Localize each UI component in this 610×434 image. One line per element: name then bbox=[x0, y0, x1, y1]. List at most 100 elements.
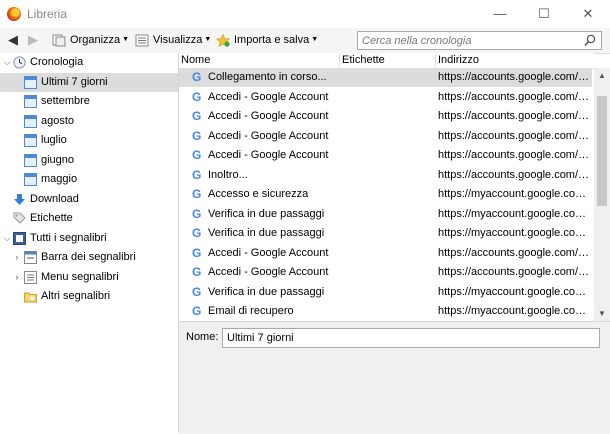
table-row[interactable]: G Accedi - Google Account https://accoun… bbox=[179, 244, 592, 263]
import-save-menu-button[interactable]: Importa e salva ▼ bbox=[215, 31, 319, 49]
row-url: https://myaccount.google.com... bbox=[438, 227, 592, 239]
sidebar-item-label: Etichette bbox=[30, 212, 73, 224]
sidebar-item-last-7-days[interactable]: Ultimi 7 giorni bbox=[24, 73, 108, 92]
sidebar-item-august[interactable]: agosto bbox=[24, 112, 74, 131]
sidebar-item-other-bookmarks[interactable]: Altri segnalibri bbox=[24, 287, 110, 306]
sidebar-item-label: Menu segnalibri bbox=[41, 271, 119, 283]
row-name: Accesso e sicurezza bbox=[208, 188, 309, 200]
column-divider[interactable] bbox=[435, 54, 436, 67]
row-name: Accedi - Google Account bbox=[208, 110, 329, 122]
sidebar-item-label: Tutti i segnalibri bbox=[30, 232, 107, 244]
chevron-down-icon: ▼ bbox=[204, 36, 212, 43]
organize-menu-button[interactable]: Organizza ▼ bbox=[52, 31, 129, 49]
sidebar-item-label: giugno bbox=[41, 154, 75, 166]
chevron-right-icon[interactable]: › bbox=[12, 272, 22, 282]
calendar-icon bbox=[24, 154, 37, 167]
row-name: Accedi - Google Account bbox=[208, 129, 329, 142]
search-icon[interactable] bbox=[584, 34, 596, 50]
sidebar-item-label: Cronologia bbox=[30, 56, 84, 68]
organize-label: Organizza bbox=[70, 34, 121, 46]
column-divider[interactable] bbox=[339, 54, 340, 67]
table-row[interactable]: G Accesso e sicurezza https://myaccount.… bbox=[179, 185, 592, 204]
column-header-name[interactable]: Nome bbox=[181, 54, 210, 66]
tag-icon bbox=[13, 212, 26, 225]
close-button[interactable]: ✕ bbox=[566, 2, 610, 26]
google-favicon-icon: G bbox=[192, 187, 202, 201]
row-url: https://accounts.google.com/s... bbox=[438, 149, 592, 161]
table-row[interactable]: G Accedi - Google Account https://accoun… bbox=[179, 146, 592, 165]
row-url: https://myaccount.google.com... bbox=[438, 188, 592, 200]
folder-star-icon bbox=[24, 290, 37, 303]
library-sidebar: ⌵ Cronologia Ultimi 7 giorni settembre a… bbox=[0, 53, 179, 433]
row-name: Collegamento in corso... bbox=[208, 71, 327, 83]
organize-icon bbox=[52, 34, 66, 47]
view-menu-button[interactable]: Visualizza ▼ bbox=[135, 31, 211, 49]
google-favicon-icon: G bbox=[192, 148, 202, 162]
row-url: https://accounts.google.com/s... bbox=[438, 129, 592, 142]
view-list-icon bbox=[135, 34, 149, 47]
row-url: https://myaccount.google.com... bbox=[438, 285, 592, 298]
sidebar-item-tags[interactable]: Etichette bbox=[13, 209, 73, 228]
sidebar-item-label: settembre bbox=[41, 95, 90, 107]
table-row[interactable]: G Accedi - Google Account https://accoun… bbox=[179, 263, 592, 282]
chevron-down-icon: ▼ bbox=[122, 36, 130, 43]
column-header-address[interactable]: Indirizzo bbox=[438, 54, 479, 66]
chevron-down-icon: ▼ bbox=[311, 36, 319, 43]
row-url: https://accounts.google.com/s... bbox=[438, 110, 592, 122]
bookmarks-menu-icon bbox=[24, 271, 37, 284]
forward-button[interactable]: ▶ bbox=[24, 31, 42, 49]
table-row[interactable]: G Verifica in due passaggi https://myacc… bbox=[179, 224, 592, 243]
row-name: Verifica in due passaggi bbox=[208, 207, 325, 220]
toolbar: ◀ ▶ Organizza ▼ Visualizza ▼ Importa e s… bbox=[0, 28, 610, 54]
vertical-scrollbar[interactable]: ▲ ▼ bbox=[594, 68, 610, 321]
maximize-button[interactable]: ☐ bbox=[522, 2, 566, 26]
table-row[interactable]: G Verifica in due passaggi https://myacc… bbox=[179, 205, 592, 224]
import-save-label: Importa e salva bbox=[234, 34, 310, 46]
chevron-down-icon[interactable]: ⌵ bbox=[2, 233, 12, 244]
row-url: https://accounts.google.com/o... bbox=[438, 71, 592, 83]
table-row[interactable]: G Inoltro... https://accounts.google.com… bbox=[179, 166, 592, 185]
row-name: Accedi - Google Account bbox=[208, 149, 329, 161]
calendar-icon bbox=[24, 134, 37, 147]
sidebar-item-bookmarks-toolbar[interactable]: Barra dei segnalibri bbox=[24, 248, 136, 267]
row-name: Verifica in due passaggi bbox=[208, 227, 325, 239]
history-search-input[interactable] bbox=[358, 32, 577, 49]
minimize-button[interactable]: — bbox=[478, 2, 522, 26]
sidebar-item-label: agosto bbox=[41, 115, 75, 127]
sidebar-item-label: Ultimi 7 giorni bbox=[41, 76, 108, 88]
row-name: Email di recupero bbox=[208, 305, 294, 317]
row-name: Inoltro... bbox=[208, 168, 248, 181]
row-url: https://myaccount.google.com... bbox=[438, 207, 592, 220]
google-favicon-icon: G bbox=[192, 304, 202, 318]
sidebar-item-june[interactable]: giugno bbox=[24, 151, 74, 170]
sidebar-item-all-bookmarks[interactable]: Tutti i segnalibri bbox=[13, 229, 107, 248]
calendar-icon bbox=[24, 95, 37, 108]
chevron-down-icon[interactable]: ⌵ bbox=[2, 57, 12, 68]
scroll-up-arrow-icon[interactable]: ▲ bbox=[594, 68, 610, 83]
scrollbar-thumb[interactable] bbox=[597, 96, 607, 206]
table-header: Nome Etichette Indirizzo bbox=[179, 53, 594, 69]
sidebar-item-downloads[interactable]: Download bbox=[13, 190, 79, 209]
row-url: https://accounts.google.com/s... bbox=[438, 246, 592, 259]
table-row[interactable]: G Verifica in due passaggi https://myacc… bbox=[179, 283, 592, 302]
row-name: Accedi - Google Account bbox=[208, 246, 329, 259]
google-favicon-icon: G bbox=[192, 89, 202, 104]
sidebar-item-july[interactable]: luglio bbox=[24, 131, 67, 150]
name-field[interactable] bbox=[222, 328, 600, 348]
chevron-right-icon[interactable]: › bbox=[12, 252, 22, 262]
scroll-down-arrow-icon[interactable]: ▼ bbox=[594, 306, 610, 321]
sidebar-item-label: maggio bbox=[41, 173, 78, 185]
table-row[interactable]: G Accedi - Google Account https://accoun… bbox=[179, 107, 592, 126]
table-row[interactable]: G Collegamento in corso... https://accou… bbox=[179, 68, 592, 87]
table-row[interactable]: G Email di recupero https://myaccount.go… bbox=[179, 302, 592, 321]
back-button[interactable]: ◀ bbox=[4, 31, 22, 49]
sidebar-item-bookmarks-menu[interactable]: Menu segnalibri bbox=[24, 268, 119, 287]
table-row[interactable]: G Accedi - Google Account https://accoun… bbox=[179, 127, 592, 146]
sidebar-item-label: Barra dei segnalibri bbox=[41, 251, 136, 263]
column-header-tags[interactable]: Etichette bbox=[342, 54, 385, 66]
sidebar-item-history[interactable]: Cronologia bbox=[13, 53, 83, 72]
sidebar-item-may[interactable]: maggio bbox=[24, 170, 77, 189]
sidebar-item-september[interactable]: settembre bbox=[24, 92, 90, 111]
table-row[interactable]: G Accedi - Google Account https://accoun… bbox=[179, 88, 592, 107]
google-favicon-icon: G bbox=[192, 245, 202, 260]
